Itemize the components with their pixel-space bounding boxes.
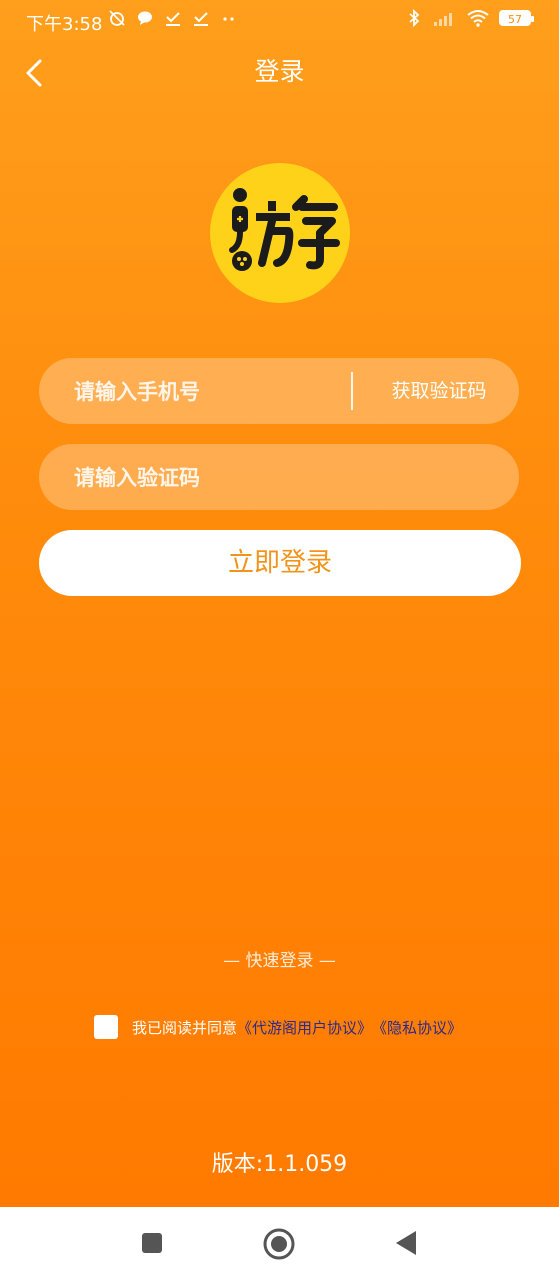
status-right-icons: 57 xyxy=(405,9,534,27)
system-nav-bar xyxy=(0,1207,559,1280)
login-button[interactable]: 立即登录 xyxy=(39,530,521,596)
back-triangle-icon[interactable] xyxy=(394,1229,418,1257)
get-code-button[interactable]: 获取验证码 xyxy=(374,358,504,424)
status-time: 下午3:58 xyxy=(26,14,103,35)
bluetooth-icon xyxy=(409,9,420,27)
version-label: 版本:1.1.059 xyxy=(211,1152,348,1177)
quick-login-label: — 快速登录 — xyxy=(223,951,336,971)
wifi-icon xyxy=(467,10,489,27)
more-dots-icon xyxy=(223,17,234,21)
chat-bubble-icon xyxy=(138,11,152,25)
logo-mark xyxy=(229,188,340,271)
agreement-checkbox[interactable] xyxy=(94,1015,118,1039)
status-left-icons xyxy=(108,9,238,27)
recent-apps-icon[interactable] xyxy=(140,1231,164,1255)
home-icon[interactable] xyxy=(262,1227,296,1261)
login-screen: 下午3:58 57 登录 请输入手机号 获取验证码 请输入验证码 立即登录 — … xyxy=(0,0,559,1207)
phone-field: 获取验证码 xyxy=(39,358,519,426)
code-field xyxy=(39,444,519,512)
silent-alarm-icon xyxy=(109,10,125,26)
agreement-text: 我已阅读并同意 xyxy=(132,1018,238,1037)
phone-input[interactable] xyxy=(72,358,366,426)
check-download-icon xyxy=(166,12,180,26)
agreement-row: 我已阅读并同意 《代游阁用户协议》 《隐私协议》 xyxy=(94,1014,462,1040)
page-title: 登录 xyxy=(254,57,305,86)
privacy-policy-link[interactable]: 《隐私协议》 xyxy=(372,1017,462,1038)
input-divider xyxy=(351,372,353,410)
signal-icon xyxy=(434,13,452,26)
verification-code-input[interactable] xyxy=(72,444,496,512)
user-agreement-link[interactable]: 《代游阁用户协议》 xyxy=(237,1017,372,1038)
app-logo xyxy=(210,163,350,303)
check-download-icon xyxy=(194,12,208,26)
battery-icon: 57 xyxy=(499,10,534,26)
status-bar: 下午3:58 57 xyxy=(0,0,559,42)
